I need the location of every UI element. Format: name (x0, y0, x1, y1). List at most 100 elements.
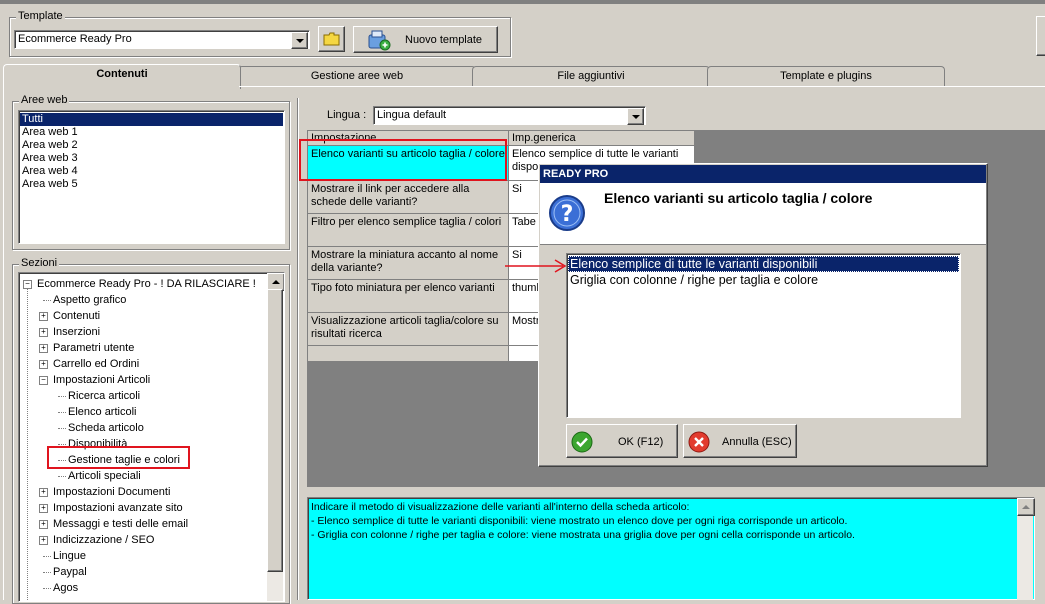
expand-icon[interactable]: + (39, 312, 48, 321)
aree-web-item[interactable]: Area web 3 (20, 152, 283, 165)
chevron-down-icon[interactable] (291, 32, 308, 49)
tree-item[interactable]: Contenuti (53, 308, 100, 324)
expand-icon[interactable]: + (39, 488, 48, 497)
tab-template-e-plugins[interactable]: Template e plugins (707, 66, 945, 87)
tree-item[interactable]: Elenco articoli (68, 404, 136, 420)
dialog-title-bar[interactable]: READY PRO (540, 165, 986, 183)
tree-connector (43, 572, 51, 573)
tab-label: Gestione aree web (310, 70, 404, 82)
tab-panel-border (239, 86, 1045, 87)
dialog-title: READY PRO (543, 168, 609, 180)
folder-icon (323, 32, 339, 46)
tree-item[interactable]: Carrello ed Ordini (53, 356, 139, 372)
tree-item[interactable]: Ricerca articoli (68, 388, 140, 404)
tree-item[interactable]: Inserzioni (53, 324, 100, 340)
dialog-option[interactable]: Griglia con colonne / righe per taglia e… (568, 272, 959, 288)
ok-button[interactable]: OK (F12) (566, 424, 678, 458)
tree-item[interactable]: Parametri utente (53, 340, 134, 356)
aree-web-items: Tutti Area web 1 Area web 2 Area web 3 Area … (20, 113, 283, 191)
tree-item[interactable]: Impostazioni Articoli (53, 372, 150, 388)
tab-gestione-aree-web[interactable]: Gestione aree web (238, 66, 476, 87)
tree-connector (43, 556, 51, 557)
description-scrollbar[interactable] (1017, 498, 1035, 600)
tab-contenuti[interactable]: Contenuti (3, 64, 241, 89)
tree-connector (27, 288, 28, 601)
expand-icon[interactable]: + (39, 504, 48, 513)
cell-text: Tipo foto miniatura per elenco varianti (311, 282, 495, 294)
left-panel-edge (3, 87, 4, 600)
grid-cell-setting[interactable]: Filtro per elenco semplice taglia / colo… (308, 214, 509, 247)
tree-item[interactable]: Paypal (53, 564, 87, 580)
grid-cell-setting[interactable]: Mostrare la miniatura accanto al nome de… (308, 247, 509, 280)
aree-web-item[interactable]: Area web 5 (20, 178, 283, 191)
cell-text: Visualizzazione articoli taglia/colore s… (311, 315, 499, 340)
aree-web-item[interactable]: Tutti (20, 113, 283, 126)
expand-icon[interactable]: + (39, 360, 48, 369)
tree-item[interactable]: Indicizzazione / SEO (53, 532, 155, 548)
expand-icon[interactable]: + (39, 536, 48, 545)
tree-item[interactable]: Impostazioni avanzate sito (53, 500, 183, 516)
aree-web-label: Aree web (19, 94, 70, 106)
sezioni-tree-items: − Ecommerce Ready Pro - ! DA RILASCIARE !… (19, 273, 267, 601)
tree-scrollbar[interactable] (267, 273, 284, 601)
lingua-label: Lingua : (327, 109, 367, 121)
tree-scroll-thumb[interactable] (267, 289, 283, 572)
aree-web-item[interactable]: Area web 2 (20, 139, 283, 152)
dialog-option[interactable]: Elenco semplice di tutte le varianti dis… (568, 256, 959, 272)
grid-cell-setting[interactable]: Mostrare il link per accedere alla sched… (308, 181, 509, 214)
scroll-up-button[interactable] (1017, 498, 1035, 516)
dialog-question: Elenco varianti su articolo taglia / col… (604, 190, 873, 206)
tree-item[interactable]: Articoli speciali (68, 468, 141, 484)
expand-icon[interactable]: + (39, 328, 48, 337)
aree-web-list[interactable]: Tutti Area web 1 Area web 2 Area web 3 Area … (18, 110, 285, 244)
tab-label: Template e plugins (780, 70, 872, 82)
new-template-icon (368, 30, 391, 51)
lingua-select[interactable]: Lingua default (373, 106, 646, 125)
tree-connector (58, 412, 66, 413)
open-folder-button[interactable] (318, 26, 345, 52)
tree-connector (58, 476, 66, 477)
cell-text: Si (512, 183, 522, 195)
lingua-selected-value: Lingua default (377, 109, 447, 121)
tab-label: File aggiuntivi (557, 70, 625, 82)
tree-item[interactable]: Ecommerce Ready Pro - ! DA RILASCIARE ! (37, 276, 256, 292)
top-strip (0, 0, 1045, 4)
tree-connector (58, 428, 66, 429)
dialog-options-list[interactable]: Elenco semplice di tutte le varianti dis… (566, 253, 961, 418)
grid-cell-setting[interactable]: Visualizzazione articoli taglia/colore s… (308, 313, 509, 346)
collapse-icon[interactable]: − (23, 280, 32, 289)
template-label: Template (16, 10, 65, 22)
expand-icon[interactable]: + (39, 520, 48, 529)
tab-file-aggiuntivi[interactable]: File aggiuntivi (472, 66, 710, 87)
tree-item[interactable]: Scheda articolo (68, 420, 144, 436)
check-icon (571, 431, 593, 453)
tree-connector (58, 396, 66, 397)
aree-web-item[interactable]: Area web 1 (20, 126, 283, 139)
tree-item[interactable]: Agos (53, 580, 78, 596)
arrow-up-icon (1022, 505, 1030, 509)
description-line: Indicare il metodo di visualizzazione de… (311, 501, 690, 513)
description-box[interactable]: Indicare il metodo di visualizzazione de… (307, 497, 1035, 600)
template-select[interactable]: Ecommerce Ready Pro (14, 30, 310, 49)
cell-text: Tabe (512, 216, 536, 228)
aree-web-item[interactable]: Area web 4 (20, 165, 283, 178)
cell-text: Mostrare il link per accedere alla sched… (311, 183, 470, 208)
dialog-options: Elenco semplice di tutte le varianti dis… (568, 256, 959, 288)
tree-item[interactable]: Impostazioni Documenti (53, 484, 170, 500)
expand-icon[interactable]: + (39, 344, 48, 353)
grid-cell-setting[interactable]: Tipo foto miniatura per elenco varianti (308, 280, 509, 313)
sezioni-tree[interactable]: − Ecommerce Ready Pro - ! DA RILASCIARE !… (18, 272, 285, 602)
collapse-icon[interactable]: − (39, 376, 48, 385)
cancel-button[interactable]: Annulla (ESC) (683, 424, 797, 458)
new-template-button[interactable]: Nuovo template (353, 26, 498, 53)
tree-item[interactable]: Messaggi e testi delle email (53, 516, 188, 532)
grid-header-value: Imp.generica (509, 131, 695, 146)
header-text: Imp.generica (512, 132, 576, 144)
cancel-label: Annulla (ESC) (722, 436, 792, 448)
tab-label: Contenuti (96, 68, 148, 80)
cell-text: Mostr (512, 315, 540, 327)
tree-item[interactable]: Lingue (53, 548, 86, 564)
top-right-panel (1036, 16, 1045, 56)
chevron-down-icon[interactable] (627, 108, 644, 125)
tree-item[interactable]: Aspetto grafico (53, 292, 126, 308)
